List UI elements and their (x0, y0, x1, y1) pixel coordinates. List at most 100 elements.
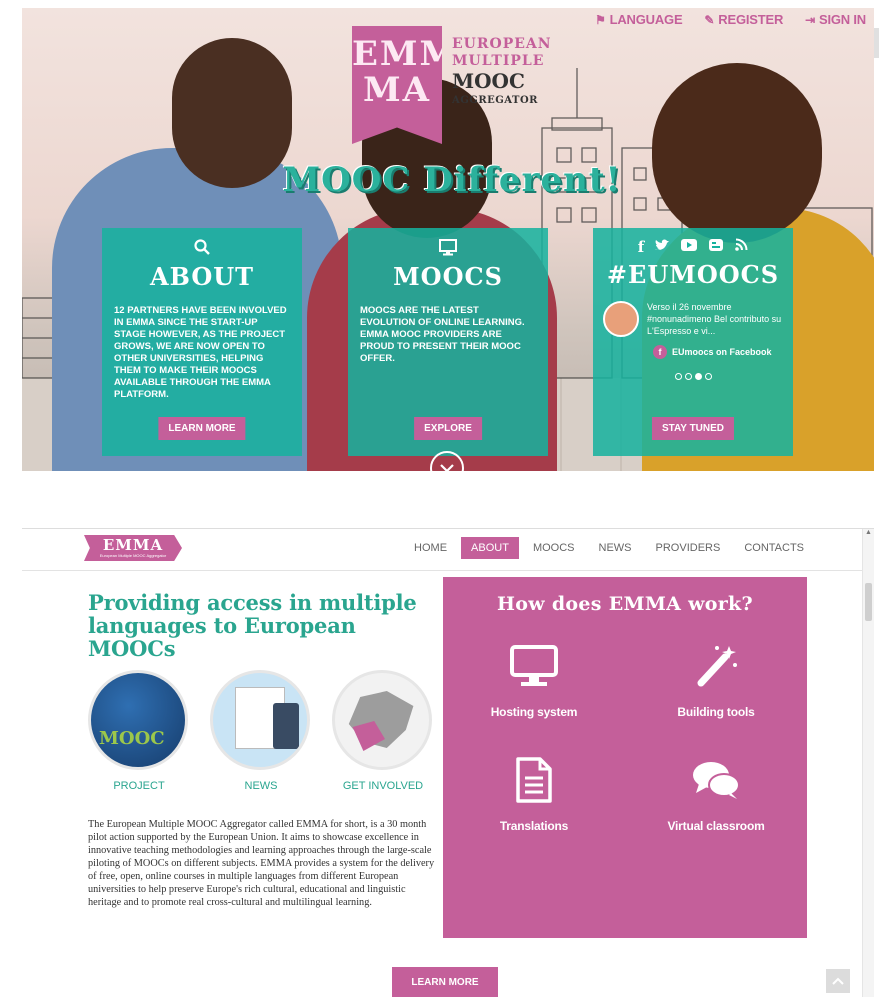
edit-icon: ✎ (704, 12, 715, 27)
top-nav: ⚑ LANGUAGE ✎ REGISTER ⇥ SIGN IN (595, 12, 866, 27)
news-label[interactable]: NEWS (210, 780, 312, 792)
chat-bubbles-icon (625, 757, 807, 803)
scroll-up-arrow-icon[interactable]: ▲ (865, 529, 872, 536)
scroll-thumb[interactable] (874, 28, 879, 58)
sign-in-link[interactable]: ⇥ SIGN IN (805, 12, 866, 27)
scroll-thumb[interactable] (865, 583, 872, 621)
menu-home[interactable]: HOME (404, 537, 457, 559)
emma-description: The European Multiple MOOC Aggregator ca… (88, 819, 435, 908)
logo-line-aggregator: AGGREGATOR (452, 95, 538, 106)
register-label: REGISTER (718, 12, 784, 27)
project-label[interactable]: PROJECT (88, 780, 190, 792)
site-logo-subtitle: European Multiple MOOC Aggregator (99, 553, 167, 558)
flag-icon: ⚑ (595, 12, 606, 27)
person-illustration (652, 63, 822, 243)
site-logo-text: EMMA (102, 536, 164, 554)
get-involved-link[interactable]: GET INVOLVED (332, 670, 434, 792)
site-header: EMMA European Multiple MOOC Aggregator H… (22, 529, 862, 571)
eumoocs-panel: f #EUMOOCS Verso il 26 novembre #nonunad… (593, 228, 793, 456)
menu-contacts[interactable]: CONTACTS (734, 537, 814, 559)
feature-translations-label: Translations (499, 819, 569, 833)
logo-badge-line2: MA (362, 70, 431, 110)
feature-hosting[interactable]: Hosting system (443, 643, 625, 719)
moocs-panel: MOOCS MOOCs are the latest evolution of … (348, 228, 548, 456)
language-label: LANGUAGE (609, 12, 683, 27)
logo-line-multiple: MULTIPLE (452, 53, 545, 69)
sign-in-icon: ⇥ (805, 12, 815, 27)
youtube-icon[interactable] (680, 238, 698, 258)
blog-icon[interactable] (708, 238, 724, 258)
hero-scrollbar[interactable] (874, 18, 879, 488)
magic-wand-icon (625, 643, 807, 689)
explore-button[interactable]: EXPLORE (414, 417, 482, 440)
slider-dot[interactable] (704, 373, 712, 380)
avatar (603, 301, 639, 337)
facebook-label: EUmoocs on Facebook (672, 347, 772, 357)
slider-dot[interactable] (674, 373, 682, 380)
learn-more-button[interactable]: LEARN MORE (158, 417, 246, 440)
feature-virtual-classroom[interactable]: Virtual classroom (625, 757, 807, 833)
slider-dots (593, 373, 793, 380)
page-title: Providing access in multiple languages t… (88, 590, 417, 661)
feature-grid: Hosting system Building tools Translatio… (443, 643, 807, 833)
slider-dot-active[interactable] (694, 373, 702, 380)
twitter-icon[interactable] (654, 238, 670, 258)
tweet-item[interactable]: Verso il 26 novembre #nonunadimeno Bel c… (593, 289, 793, 337)
about-text: 12 partners have been involved in EMMA s… (114, 305, 287, 400)
feature-building-tools-label: Building tools (677, 705, 755, 719)
menu-moocs[interactable]: MOOCS (523, 537, 585, 559)
sign-in-label: SIGN IN (819, 12, 866, 27)
slider-dot[interactable] (684, 373, 692, 380)
stay-tuned-button[interactable]: STAY TUNED (651, 417, 735, 440)
map-land (348, 691, 414, 748)
phone-illustration (273, 703, 299, 749)
logo-badge-line1: EMM (352, 34, 460, 74)
logo-badge: EMM MA (352, 26, 442, 144)
project-image-text: MOOC (99, 728, 165, 749)
moocs-text: MOOCs are the latest evolution of online… (360, 305, 525, 364)
about-intro: Providing access in multiple languages t… (88, 591, 438, 909)
circle-links: MOOC PROJECT NEWS GET INVOLVED (88, 670, 438, 792)
social-icons: f (593, 238, 793, 258)
document-icon (443, 757, 625, 803)
facebook-link[interactable]: f EUmoocs on Facebook (593, 337, 793, 359)
facebook-icon[interactable]: f (638, 238, 644, 258)
register-link[interactable]: ✎ REGISTER (704, 12, 783, 27)
moocs-title: MOOCS (393, 262, 503, 291)
hero-slogan: MOOC Different! (282, 160, 622, 200)
get-involved-label[interactable]: GET INVOLVED (332, 780, 434, 792)
project-link[interactable]: MOOC PROJECT (88, 670, 190, 792)
monitor-icon (443, 643, 625, 689)
emma-logo[interactable]: EMM MA EUROPEAN MULTIPLE MOOC AGGREGATOR (352, 26, 552, 144)
learn-more-button[interactable]: LEARN MORE (392, 967, 498, 997)
how-title: How does EMMA work? (497, 593, 753, 615)
eumoocs-title: #EUMOOCS (606, 260, 780, 289)
menu-about[interactable]: ABOUT (461, 537, 519, 559)
main-menu: HOME ABOUT MOOCS NEWS PROVIDERS CONTACTS (400, 537, 814, 559)
page-scrollbar[interactable]: ▲ (862, 529, 874, 997)
logo-line-european: EUROPEAN (452, 36, 552, 52)
language-link[interactable]: ⚑ LANGUAGE (595, 12, 683, 27)
hero-section: ⚑ LANGUAGE ✎ REGISTER ⇥ SIGN IN EMM MA E… (22, 8, 874, 471)
menu-providers[interactable]: PROVIDERS (646, 537, 731, 559)
search-icon (102, 238, 302, 260)
back-to-top-button[interactable] (826, 969, 850, 993)
about-page: EMMA European Multiple MOOC Aggregator H… (22, 528, 874, 997)
news-image[interactable] (210, 670, 310, 770)
rss-icon[interactable] (734, 238, 748, 258)
how-emma-works-panel: How does EMMA work? Hosting system Build… (443, 577, 807, 938)
site-logo[interactable]: EMMA European Multiple MOOC Aggregator (84, 535, 182, 561)
europe-map-image[interactable] (332, 670, 432, 770)
project-image[interactable]: MOOC (88, 670, 188, 770)
about-title: ABOUT (149, 262, 255, 291)
feature-virtual-classroom-label: Virtual classroom (667, 819, 765, 833)
feature-translations[interactable]: Translations (443, 757, 625, 833)
logo-line-mooc: MOOC (452, 69, 525, 93)
menu-news[interactable]: NEWS (589, 537, 642, 559)
about-panel: ABOUT 12 partners have been involved in … (102, 228, 302, 456)
monitor-icon (348, 238, 548, 260)
news-link[interactable]: NEWS (210, 670, 312, 792)
feature-building-tools[interactable]: Building tools (625, 643, 807, 719)
facebook-icon: f (653, 345, 667, 359)
logo-wordmark: EUROPEAN MULTIPLE MOOC AGGREGATOR (452, 26, 552, 144)
